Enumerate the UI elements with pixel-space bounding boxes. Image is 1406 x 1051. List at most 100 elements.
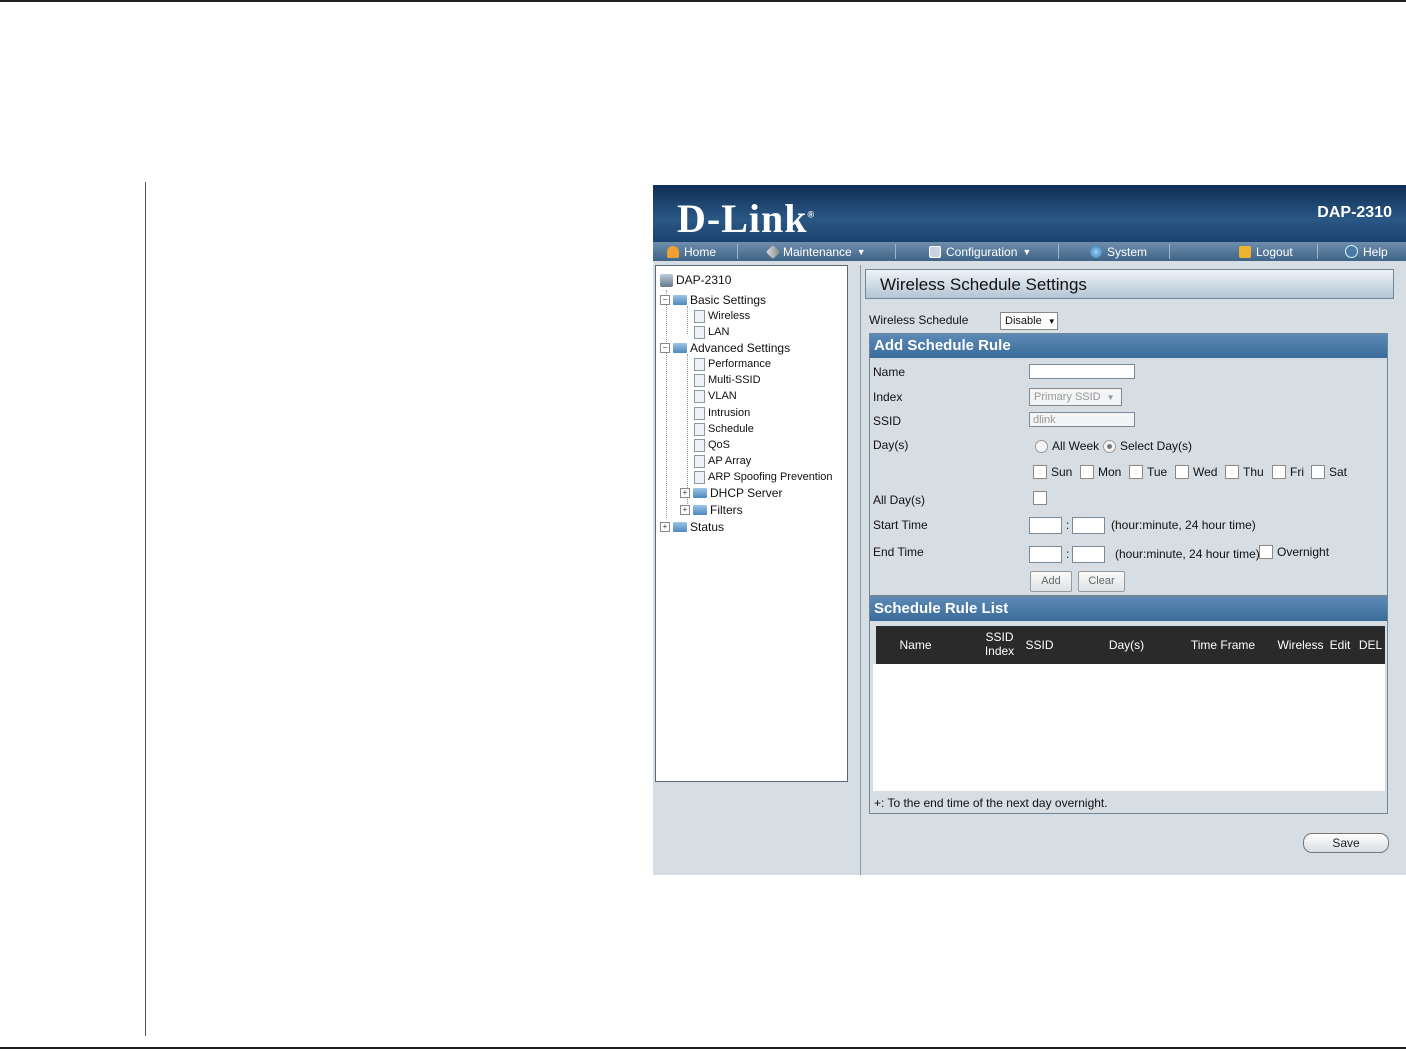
expand-icon[interactable]: + [660,522,670,532]
tree-item-intrusion[interactable]: Intrusion [694,405,750,421]
header-banner: D-Link® DAP-2310 [653,185,1406,242]
tree-item-arp-spoofing[interactable]: ARP Spoofing Prevention [694,469,833,485]
column-time-frame: Time Frame [1190,638,1256,652]
schedule-rule-list-section: Schedule Rule List Name SSID Index SSID … [869,596,1388,814]
dlink-logo: D-Link® [677,196,816,241]
page-icon [694,438,705,452]
help-icon [1345,245,1358,258]
name-label: Name [873,365,906,379]
caret-down-icon: ▼ [856,246,866,257]
tree-item-performance[interactable]: Performance [694,356,771,372]
collapse-icon[interactable]: − [660,295,670,305]
column-edit: Edit [1329,638,1351,652]
day-checkbox-wed[interactable]: Wed [1175,465,1217,479]
page-icon [694,357,705,371]
tree-root[interactable]: DAP-2310 [660,272,731,288]
wireless-schedule-select[interactable]: Disable ▼ [1000,312,1058,330]
expand-icon[interactable]: + [680,505,690,515]
page-title: Wireless Schedule Settings [880,275,1087,294]
caret-down-icon: ▼ [1022,246,1032,257]
configuration-icon [929,245,941,258]
tree-dhcp-server[interactable]: + DHCP Server [680,485,782,501]
day-checkbox-tue[interactable]: Tue [1129,465,1167,479]
ssid-label: SSID [873,414,902,428]
select-days-radio[interactable]: Select Day(s) [1103,439,1192,453]
top-rule [0,0,1406,2]
all-days-checkbox[interactable] [1033,491,1051,505]
tree-item-vlan[interactable]: VLAN [694,388,737,404]
add-schedule-rule-section: Add Schedule Rule Name Index Primary SSI… [869,333,1388,596]
wireless-schedule-label: Wireless Schedule [869,313,969,327]
add-button[interactable]: Add [1030,571,1072,592]
schedule-rule-list-heading: Schedule Rule List [870,597,1387,621]
end-time-hint: (hour:minute, 24 hour time) [1115,547,1260,561]
start-time-label: Start Time [873,518,928,532]
tree-item-qos[interactable]: QoS [694,437,730,453]
end-hour-input[interactable] [1029,546,1062,563]
folder-icon [673,295,687,305]
folder-icon [693,505,707,515]
add-schedule-rule-heading: Add Schedule Rule [870,334,1387,358]
radio-selected-icon [1103,439,1116,453]
nav-help[interactable]: Help [1345,242,1388,261]
column-del: DEL [1358,638,1383,652]
save-button[interactable]: Save [1303,833,1389,853]
page-icon [694,470,705,484]
all-week-radio[interactable]: All Week [1035,439,1099,453]
page-title-bar: Wireless Schedule Settings [865,269,1394,299]
tree-item-wireless[interactable]: Wireless [694,308,750,324]
nav-logout[interactable]: Logout [1239,242,1293,261]
page-icon [694,406,705,420]
tree-basic-settings[interactable]: − Basic Settings [660,292,766,308]
index-select[interactable]: Primary SSID ▼ [1029,388,1122,406]
column-name: Name [899,638,932,652]
days-label: Day(s) [873,438,909,452]
end-time-label: End Time [873,545,924,559]
nav-maintenance[interactable]: Maintenance ▼ [765,242,866,261]
day-checkbox-sat[interactable]: Sat [1311,465,1347,479]
model-name: DAP-2310 [1317,204,1392,221]
tree-item-ap-array[interactable]: AP Array [694,453,751,469]
page-icon [694,325,705,339]
tree-filters[interactable]: + Filters [680,502,743,518]
name-input[interactable] [1029,364,1135,379]
tree-item-lan[interactable]: LAN [694,324,729,340]
page-icon [694,373,705,387]
home-icon [667,245,679,258]
page-icon [694,454,705,468]
ssid-input[interactable]: dlink [1029,412,1135,427]
start-hour-input[interactable] [1029,517,1062,534]
day-checkbox-thu[interactable]: Thu [1225,465,1264,479]
tree-item-schedule[interactable]: Schedule [694,421,754,437]
page-icon [694,389,705,403]
day-checkbox-fri[interactable]: Fri [1272,465,1304,479]
day-checkbox-mon[interactable]: Mon [1080,465,1121,479]
dropdown-arrow-icon: ▼ [1047,317,1056,326]
column-wireless: Wireless [1277,638,1324,652]
left-margin-rule [145,182,146,1036]
tree-item-multi-ssid[interactable]: Multi-SSID [694,372,761,388]
page-icon [694,422,705,436]
overnight-checkbox[interactable]: Overnight [1259,545,1329,559]
expand-icon[interactable]: + [680,488,690,498]
tree-advanced-settings[interactable]: − Advanced Settings [660,340,790,356]
collapse-icon[interactable]: − [660,343,670,353]
nav-home[interactable]: Home [667,242,716,261]
rule-table-body [873,664,1385,791]
top-nav: Home Maintenance ▼ Configuration ▼ System … [653,242,1406,261]
index-label: Index [873,390,903,404]
radio-icon [1035,439,1048,453]
rule-table-header: Name SSID Index SSID Day(s) Time Frame W… [876,626,1385,664]
end-minute-input[interactable] [1072,546,1105,563]
clear-button[interactable]: Clear [1078,571,1125,592]
folder-icon [673,522,687,532]
column-ssid-index: SSID Index [984,630,1015,658]
start-minute-input[interactable] [1072,517,1105,534]
nav-configuration[interactable]: Configuration ▼ [929,242,1031,261]
all-days-label: All Day(s) [873,493,926,507]
day-checkbox-sun[interactable]: Sun [1033,465,1072,479]
tree-status[interactable]: + Status [660,519,724,535]
nav-system[interactable]: System [1090,242,1147,261]
folder-icon [693,488,707,498]
navigation-tree: DAP-2310 − Basic Settings Wireless LAN − A… [655,265,848,782]
